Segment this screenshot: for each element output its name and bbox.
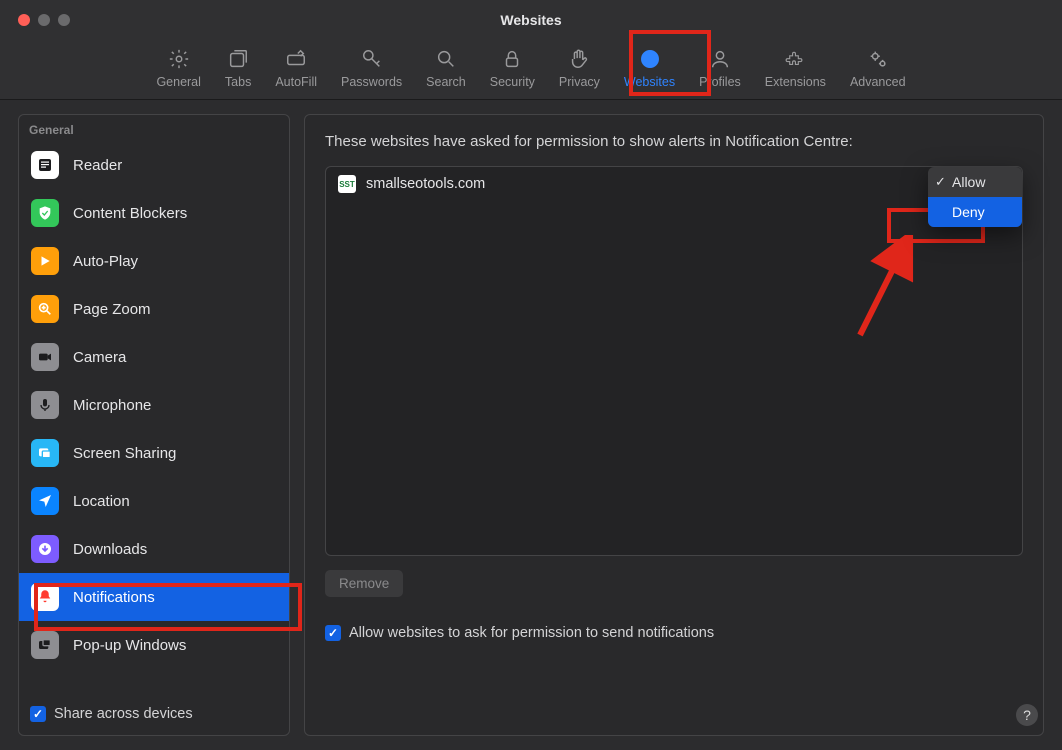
toolbar-label: Profiles (699, 75, 741, 89)
sidebar-item-label: Pop-up Windows (73, 637, 186, 654)
shield-icon (31, 199, 59, 227)
sidebar-item-screen-sharing[interactable]: Screen Sharing (19, 429, 289, 477)
sidebar-item-label: Microphone (73, 397, 151, 414)
toolbar-websites[interactable]: Websites (612, 41, 687, 99)
sidebar-item-label: Content Blockers (73, 205, 187, 222)
website-row[interactable]: SST smallseotools.com (326, 167, 1022, 201)
site-name: smallseotools.com (366, 176, 485, 192)
checkbox-checked-icon[interactable]: ✓ (325, 625, 341, 641)
puzzle-icon (783, 47, 807, 71)
toolbar-label: Extensions (765, 75, 826, 89)
sidebar-item-label: Reader (73, 157, 122, 174)
sidebar-item-microphone[interactable]: Microphone (19, 381, 289, 429)
sidebar: General Reader Content Blockers Auto-Pla… (18, 114, 290, 736)
minimize-window-button[interactable] (38, 14, 50, 26)
download-icon (31, 535, 59, 563)
window-traffic-lights (0, 0, 70, 26)
main-panel: These websites have asked for permission… (304, 114, 1044, 736)
toolbar-passwords[interactable]: Passwords (329, 41, 414, 99)
toolbar-search[interactable]: Search (414, 41, 478, 99)
below-list-controls: Remove ✓ Allow websites to ask for permi… (325, 570, 1023, 641)
panel-description: These websites have asked for permission… (325, 133, 1023, 150)
toolbar-label: Tabs (225, 75, 251, 89)
sidebar-item-notifications[interactable]: Notifications (19, 573, 289, 621)
permission-dropdown: Allow Deny (928, 167, 1022, 227)
allow-ask-label: Allow websites to ask for permission to … (349, 625, 714, 641)
help-button[interactable]: ? (1016, 704, 1038, 726)
sidebar-item-content-blockers[interactable]: Content Blockers (19, 189, 289, 237)
screen-icon (31, 439, 59, 467)
pref-toolbar: General Tabs AutoFill Passwords Search S… (0, 30, 1062, 99)
toolbar-general[interactable]: General (144, 41, 212, 99)
toolbar-tabs[interactable]: Tabs (213, 41, 263, 99)
sidebar-item-popup-windows[interactable]: Pop-up Windows (19, 621, 289, 669)
sidebar-item-label: Auto-Play (73, 253, 138, 270)
checkbox-checked-icon[interactable]: ✓ (30, 706, 46, 722)
gear-icon (167, 47, 191, 71)
toolbar-extensions[interactable]: Extensions (753, 41, 838, 99)
sidebar-item-page-zoom[interactable]: Page Zoom (19, 285, 289, 333)
toolbar-security[interactable]: Security (478, 41, 547, 99)
globe-icon (638, 47, 662, 71)
hand-icon (567, 47, 591, 71)
remove-button[interactable]: Remove (325, 570, 403, 597)
toolbar-label: Search (426, 75, 466, 89)
pencil-icon (284, 47, 308, 71)
share-devices-label: Share across devices (54, 706, 193, 722)
reader-icon (31, 151, 59, 179)
toolbar-label: General (156, 75, 200, 89)
sidebar-item-label: Screen Sharing (73, 445, 176, 462)
location-icon (31, 487, 59, 515)
share-devices-row[interactable]: ✓ Share across devices (30, 706, 193, 722)
popup-icon (31, 631, 59, 659)
tabs-icon (226, 47, 250, 71)
toolbar-label: Security (490, 75, 535, 89)
search-icon (434, 47, 458, 71)
lock-icon (500, 47, 524, 71)
dropdown-option-allow[interactable]: Allow (928, 167, 1022, 197)
allow-ask-row[interactable]: ✓ Allow websites to ask for permission t… (325, 625, 1023, 641)
mic-icon (31, 391, 59, 419)
sidebar-item-location[interactable]: Location (19, 477, 289, 525)
close-window-button[interactable] (18, 14, 30, 26)
person-icon (708, 47, 732, 71)
toolbar-profiles[interactable]: Profiles (687, 41, 753, 99)
sidebar-item-label: Camera (73, 349, 126, 366)
toolbar-advanced[interactable]: Advanced (838, 41, 918, 99)
sidebar-item-label: Downloads (73, 541, 147, 558)
gears-icon (866, 47, 890, 71)
toolbar-label: Passwords (341, 75, 402, 89)
window-title: Websites (0, 0, 1062, 28)
toolbar-privacy[interactable]: Privacy (547, 41, 612, 99)
content-area: General Reader Content Blockers Auto-Pla… (0, 100, 1062, 750)
zoom-icon (31, 295, 59, 323)
bell-icon (31, 583, 59, 611)
sidebar-list: Reader Content Blockers Auto-Play Page Z… (19, 141, 289, 735)
camera-icon (31, 343, 59, 371)
toolbar-label: AutoFill (275, 75, 317, 89)
website-list: SST smallseotools.com Allow Deny (325, 166, 1023, 556)
key-icon (360, 47, 384, 71)
play-icon (31, 247, 59, 275)
toolbar-label: Websites (624, 75, 675, 89)
sidebar-section-header: General (19, 115, 289, 141)
sidebar-item-downloads[interactable]: Downloads (19, 525, 289, 573)
dropdown-option-deny[interactable]: Deny (928, 197, 1022, 227)
sidebar-item-reader[interactable]: Reader (19, 141, 289, 189)
toolbar-label: Advanced (850, 75, 906, 89)
maximize-window-button[interactable] (58, 14, 70, 26)
sidebar-item-label: Notifications (73, 589, 155, 606)
toolbar-label: Privacy (559, 75, 600, 89)
site-favicon: SST (338, 175, 356, 193)
sidebar-item-camera[interactable]: Camera (19, 333, 289, 381)
sidebar-item-label: Page Zoom (73, 301, 151, 318)
toolbar-autofill[interactable]: AutoFill (263, 41, 329, 99)
sidebar-item-auto-play[interactable]: Auto-Play (19, 237, 289, 285)
titlebar: Websites General Tabs AutoFill Passwords… (0, 0, 1062, 100)
sidebar-item-label: Location (73, 493, 130, 510)
